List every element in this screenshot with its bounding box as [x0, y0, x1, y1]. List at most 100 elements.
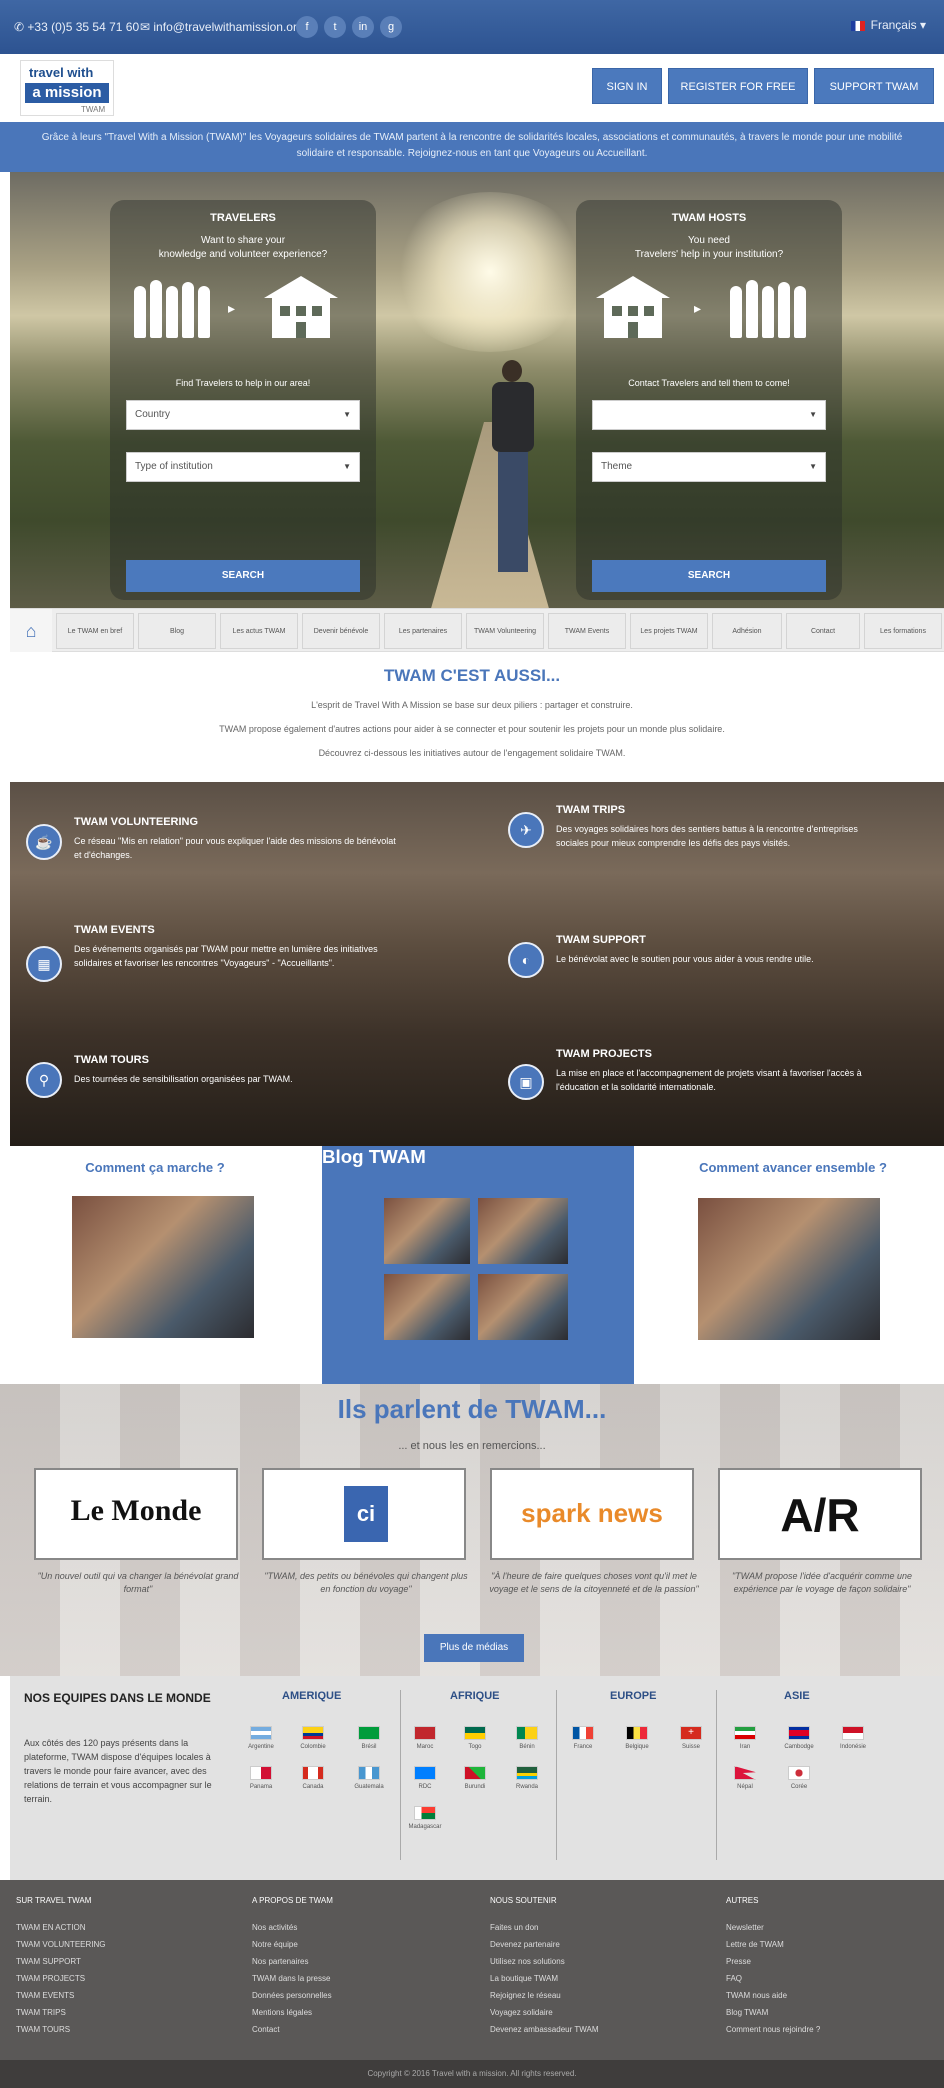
nav-item[interactable]: Le TWAM en bref [56, 613, 134, 649]
footer-link[interactable]: Devenez partenaire [490, 1936, 599, 1953]
country-select[interactable]: Country ▼ [126, 400, 360, 430]
nav-item[interactable]: Les partenaires [384, 613, 462, 649]
footer-link[interactable]: Blog TWAM [726, 2004, 820, 2021]
footer-link[interactable]: TWAM nous aide [726, 1987, 820, 2004]
panama-flag-icon[interactable] [250, 1766, 272, 1780]
footer-link[interactable]: Voyagez solidaire [490, 2004, 599, 2021]
blog-photo[interactable] [478, 1274, 568, 1340]
nav-item[interactable]: Devenir bénévole [302, 613, 380, 649]
nav-item[interactable]: Les actus TWAM [220, 613, 298, 649]
travelers-label: Find Travelers to help in our area! [175, 378, 311, 388]
press-logo-le-monde[interactable]: Le Monde "Un nouvel outil qui va changer… [34, 1468, 238, 1594]
brazil-flag-icon[interactable] [358, 1726, 380, 1740]
footer-link[interactable]: TWAM TOURS [16, 2021, 105, 2038]
more-media-button[interactable]: Plus de médias [424, 1634, 524, 1662]
france-flag-icon[interactable] [572, 1726, 594, 1740]
guatemala-flag-icon[interactable] [358, 1766, 380, 1780]
language-selector[interactable]: Français ▾ [850, 18, 926, 32]
together-photo[interactable] [698, 1198, 880, 1340]
iran-flag-icon[interactable] [734, 1726, 756, 1740]
indonesia-flag-icon[interactable] [842, 1726, 864, 1740]
nav-item[interactable]: Contact [786, 613, 860, 649]
canada-flag-icon[interactable] [302, 1766, 324, 1780]
ci-logo: ci [344, 1486, 388, 1542]
argentina-flag-icon[interactable] [250, 1726, 272, 1740]
footer-link[interactable]: Contact [252, 2021, 333, 2038]
footer-link[interactable]: Newsletter [726, 1919, 820, 1936]
logo[interactable]: travel with a mission TWAM [20, 60, 114, 116]
rwanda-flag-icon[interactable] [516, 1766, 538, 1780]
burundi-flag-icon[interactable] [464, 1766, 486, 1780]
footer-link[interactable]: TWAM PROJECTS [16, 1970, 105, 1987]
hosts-search-button[interactable]: SEARCH [592, 560, 826, 592]
blog-photo[interactable] [384, 1274, 470, 1340]
footer-link[interactable]: La boutique TWAM [490, 1970, 599, 1987]
madagascar-flag-icon[interactable] [414, 1806, 436, 1820]
benin-flag-icon[interactable] [516, 1726, 538, 1740]
institution-type-select[interactable]: Type of institution ▼ [126, 452, 360, 482]
support-button[interactable]: SUPPORT TWAM [814, 68, 934, 104]
nepal-flag-icon[interactable] [734, 1766, 756, 1780]
footer-link[interactable]: Devenez ambassadeur TWAM [490, 2021, 599, 2038]
how-it-works-photo[interactable] [72, 1196, 254, 1338]
footer-link[interactable]: Utilisez nos solutions [490, 1953, 599, 1970]
country-label: Argentine [248, 1744, 274, 1750]
footer-link[interactable]: TWAM VOLUNTEERING [16, 1936, 105, 1953]
togo-flag-icon[interactable] [464, 1726, 486, 1740]
service-desc: Des événements organisés par TWAM pour m… [74, 944, 378, 968]
register-button[interactable]: REGISTER FOR FREE [668, 68, 808, 104]
nav-item[interactable]: TWAM Volunteering [466, 613, 544, 649]
footer-link[interactable]: TWAM EN ACTION [16, 1919, 105, 1936]
footer-link[interactable]: Notre équipe [252, 1936, 333, 1953]
footer-link[interactable]: Rejoignez le réseau [490, 1987, 599, 2004]
footer-link[interactable]: TWAM TRIPS [16, 2004, 105, 2021]
press-logo-ci[interactable]: ci "TWAM, des petits ou bénévoles qui ch… [262, 1468, 468, 1594]
footer-link[interactable]: Comment nous rejoindre ? [726, 2021, 820, 2038]
morocco-flag-icon[interactable] [414, 1726, 436, 1740]
sign-in-button[interactable]: SIGN IN [592, 68, 662, 104]
blog-photo[interactable] [384, 1198, 470, 1264]
drc-flag-icon[interactable] [414, 1766, 436, 1780]
email-contact[interactable]: ✉ info@travelwithamission.org [140, 20, 304, 34]
footer-link[interactable]: TWAM EVENTS [16, 1987, 105, 2004]
footer-link[interactable]: Mentions légales [252, 2004, 333, 2021]
phone-contact[interactable]: ✆ +33 (0)5 35 54 71 60 [14, 20, 139, 34]
footer-link[interactable]: Presse [726, 1953, 820, 1970]
footer-link[interactable]: FAQ [726, 1970, 820, 1987]
sun-glow [390, 192, 590, 352]
footer-link[interactable]: Nos activités [252, 1919, 333, 1936]
home-icon[interactable]: ⌂ [10, 609, 52, 653]
cambodia-flag-icon[interactable] [788, 1726, 810, 1740]
twitter-icon[interactable]: t [324, 16, 346, 38]
arrow-icon: ▸ [228, 300, 236, 316]
footer-link[interactable]: Données personnelles [252, 1987, 333, 2004]
teams-text: Aux côtés des 120 pays présents dans la … [24, 1738, 212, 1804]
theme-select[interactable]: Theme ▼ [592, 452, 826, 482]
press-logo-spark-news[interactable]: spark news "À l'heure de faire quelques … [489, 1468, 699, 1594]
footer-link[interactable]: Nos partenaires [252, 1953, 333, 1970]
nav-item[interactable]: Blog [138, 613, 216, 649]
services-section: ☕ TWAM VOLUNTEERING Ce réseau "Mis en re… [10, 782, 944, 1146]
footer-link[interactable]: TWAM SUPPORT [16, 1953, 105, 1970]
country-label: Cambodge [784, 1744, 814, 1750]
footer-link[interactable]: Faites un don [490, 1919, 599, 1936]
nav-item[interactable]: Adhésion [712, 613, 782, 649]
switzerland-flag-icon[interactable]: + [680, 1726, 702, 1740]
country-label: Rwanda [515, 1784, 538, 1790]
belgium-flag-icon[interactable] [626, 1726, 648, 1740]
colombia-flag-icon[interactable] [302, 1726, 324, 1740]
blog-photo[interactable] [478, 1198, 568, 1264]
linkedin-icon[interactable]: in [352, 16, 374, 38]
hosts-country-select[interactable]: ▼ [592, 400, 826, 430]
google-icon[interactable]: g [380, 16, 402, 38]
facebook-icon[interactable]: f [296, 16, 318, 38]
blog-col[interactable]: Blog TWAM [322, 1146, 634, 1384]
nav-item[interactable]: Les projets TWAM [630, 613, 708, 649]
nav-item[interactable]: TWAM Events [548, 613, 626, 649]
footer-link[interactable]: TWAM dans la presse [252, 1970, 333, 1987]
press-logo-ar[interactable]: A/R "TWAM propose l'idée d'acquérir comm… [718, 1468, 922, 1594]
korea-flag-icon[interactable] [788, 1766, 810, 1780]
travelers-search-button[interactable]: SEARCH [126, 560, 360, 592]
nav-item[interactable]: Les formations [864, 613, 942, 649]
footer-link[interactable]: Lettre de TWAM [726, 1936, 820, 1953]
